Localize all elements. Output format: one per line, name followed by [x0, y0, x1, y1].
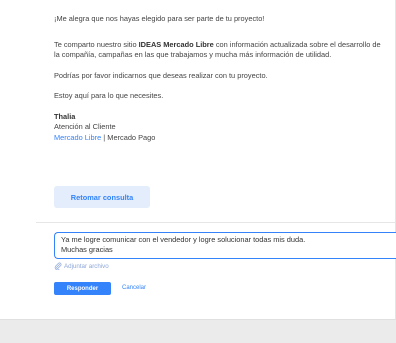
message-greeting: ¡Me alegra que nos hayas elegido para se…	[54, 14, 265, 23]
reply-textarea[interactable]: Ya me logre comunicar con el vendedor y …	[54, 232, 396, 259]
message-paragraph-request: Podrías por favor indicarnos que deseas …	[54, 70, 268, 80]
signature-name: Thalia	[54, 111, 76, 121]
signature-role: Atención al Cliente	[54, 122, 116, 131]
conversation-card: ¡Me alegra que nos hayas elegido para se…	[0, 0, 396, 320]
attach-file-link[interactable]: Adjuntar archivo	[54, 262, 109, 270]
signature: Thalia Atención al Cliente Mercado Libre…	[54, 112, 384, 144]
retomar-consulta-button[interactable]: Retomar consulta	[54, 186, 150, 208]
ideas-site-name: IDEAS Mercado Libre	[138, 39, 214, 49]
attach-file-label: Adjuntar archivo	[64, 262, 109, 270]
message-paragraph-closing: Estoy aquí para lo que necesites.	[54, 91, 164, 100]
mercado-pago-link[interactable]: Mercado Pago	[107, 133, 155, 142]
agent-message: ¡Me alegra que nos hayas elegido para se…	[54, 14, 384, 143]
divider	[36, 222, 396, 223]
signature-links: Mercado Libre | Mercado Pago	[54, 133, 384, 144]
paperclip-icon	[54, 262, 62, 270]
message-text: Te comparto nuestro sitio	[54, 39, 139, 49]
responder-button[interactable]: Responder	[54, 282, 111, 295]
mercado-libre-link[interactable]: Mercado Libre	[54, 133, 101, 142]
message-paragraph-ideas: Te comparto nuestro sitio IDEAS Mercado …	[54, 40, 384, 61]
cancelar-button[interactable]: Cancelar	[122, 282, 146, 295]
